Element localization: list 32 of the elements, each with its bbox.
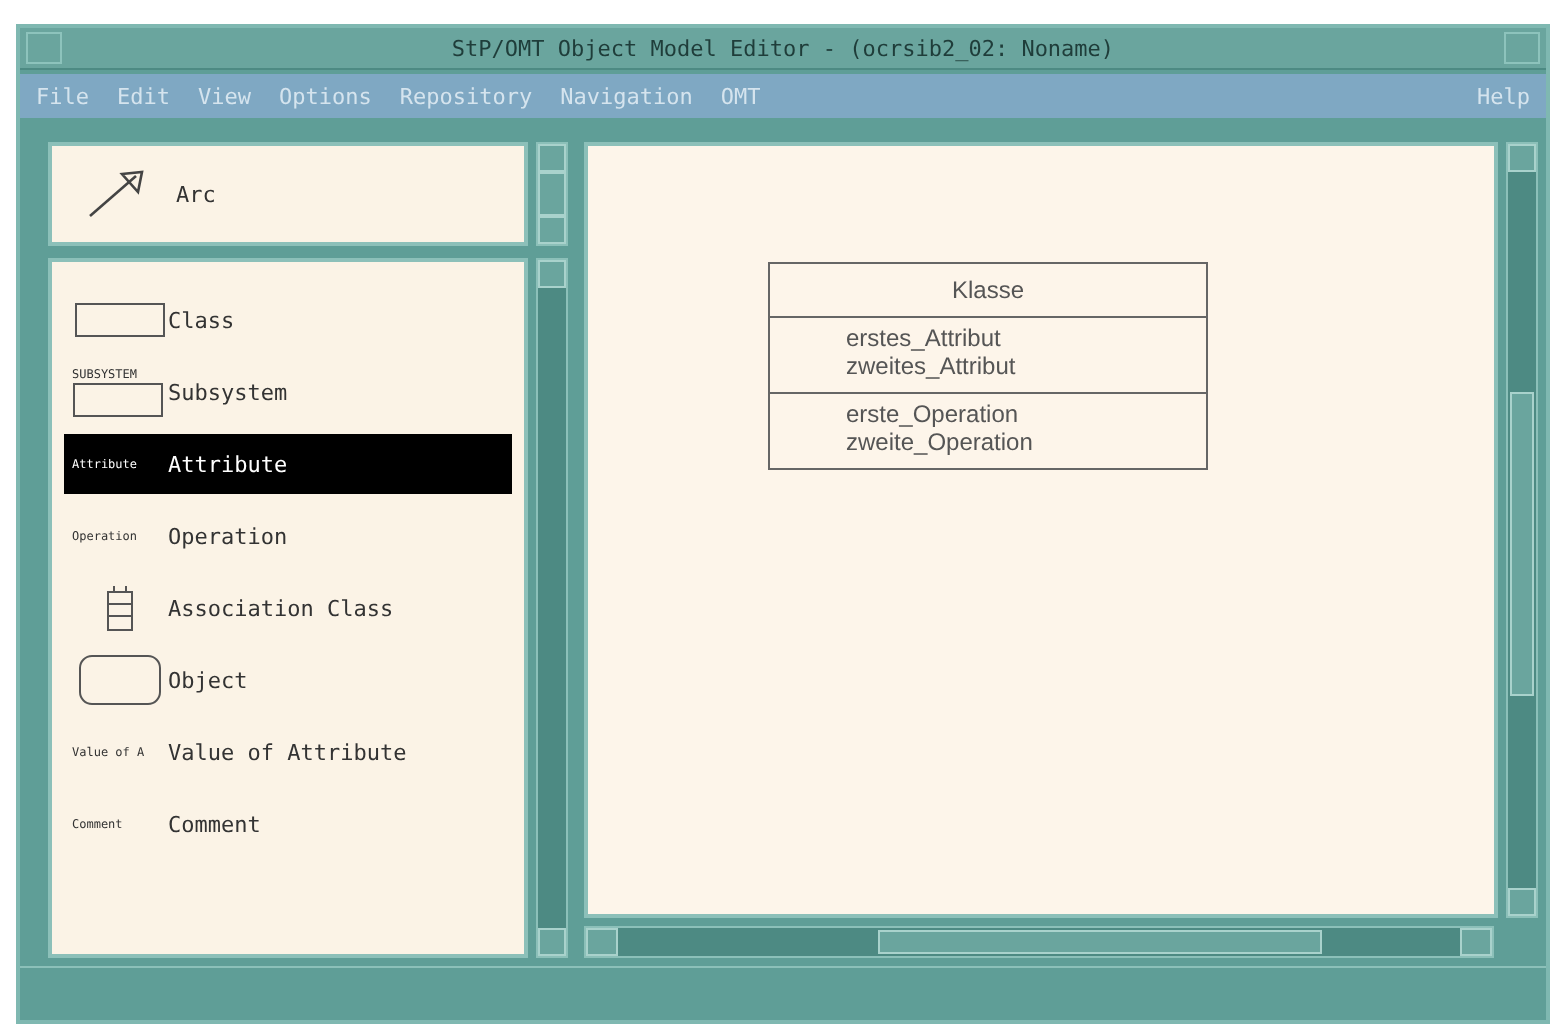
minimize-button[interactable] <box>1504 32 1540 64</box>
rectangle-icon <box>72 381 164 417</box>
palette-item[interactable]: Object <box>64 650 512 710</box>
class-name: Klasse <box>770 264 1206 318</box>
class-operation: erste_Operation <box>846 400 1021 428</box>
scroll-up-button[interactable] <box>538 260 566 288</box>
scroll-up-button[interactable] <box>1508 144 1536 172</box>
scroll-down-button[interactable] <box>1508 888 1536 916</box>
scrollbar[interactable] <box>536 258 568 958</box>
scrollbar[interactable] <box>584 926 1494 958</box>
scroll-thumb[interactable] <box>878 930 1322 954</box>
scroll-down-button[interactable] <box>538 216 566 244</box>
scroll-thumb[interactable] <box>1510 392 1534 696</box>
scroll-right-button[interactable] <box>1460 928 1492 956</box>
palette-item[interactable]: Association Class <box>64 578 512 638</box>
scrollbar[interactable] <box>536 142 568 246</box>
class-box[interactable]: Klasse erstes_Attribut zweites_Attribut erste_Operation zweite_Operation <box>768 262 1208 470</box>
palette-item[interactable]: Class <box>64 290 512 350</box>
class-attribute: erstes_Attribut <box>846 324 1003 352</box>
rectangle-icon <box>74 302 166 338</box>
scroll-left-button[interactable] <box>586 928 618 956</box>
scrollbar[interactable] <box>1506 142 1538 918</box>
window-title: StP/OMT Object Model Editor - (ocrsib2_02: Noname) <box>449 35 1117 61</box>
window-menu-button[interactable] <box>26 32 62 64</box>
class-attribute: zweites_Attribut <box>846 352 1018 380</box>
palette-item[interactable]: Arc <box>76 164 224 224</box>
rounded-rectangle-icon <box>78 654 162 706</box>
scroll-down-button[interactable] <box>538 928 566 956</box>
scroll-up-button[interactable] <box>538 144 566 172</box>
table-icon <box>104 584 136 632</box>
scroll-thumb[interactable] <box>538 172 566 216</box>
class-operation: zweite_Operation <box>846 428 1035 456</box>
